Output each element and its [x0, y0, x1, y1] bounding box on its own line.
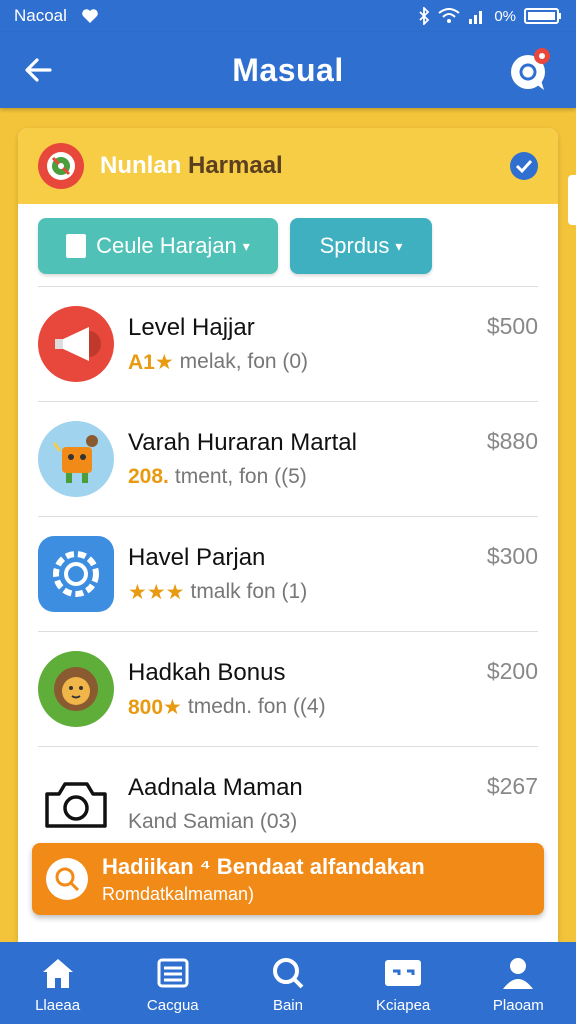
promo-subtitle: Romdatkalmaman): [102, 883, 255, 904]
card-icon: [383, 953, 423, 993]
item-rating: 208.: [128, 465, 169, 488]
nav-item-list[interactable]: Cacgua: [123, 953, 223, 1014]
nav-label: Llaeaa: [35, 996, 81, 1014]
nav-label: Kciapea: [376, 996, 431, 1014]
filter-label: Ceule Harajan: [96, 233, 237, 258]
item-subtitle: Kand Samian (03): [128, 810, 298, 833]
item-rating: 800★: [128, 695, 182, 719]
arrow-left-icon: [25, 58, 52, 82]
chat-icon: [511, 48, 550, 90]
list-item[interactable]: Varah Huraran Martal 208. tment, fon ((5…: [38, 401, 538, 516]
card-header: Nunlan Harmaal: [18, 128, 558, 204]
header-title-part1: Nunlan: [100, 152, 182, 179]
list-item[interactable]: Hadkah Bonus 800★ tmedn. fon ((4) $200: [38, 631, 538, 746]
item-title: Level Hajjar: [128, 313, 255, 341]
nav-label: Bain: [272, 996, 303, 1014]
lion-icon: [38, 651, 114, 727]
status-bar: Nacoal 0%: [0, 0, 576, 32]
nav-label: Cacgua: [146, 996, 199, 1014]
item-title: Aadnala Maman: [128, 774, 303, 801]
megaphone-icon: [38, 306, 114, 382]
item-title: Hadkah Bonus: [128, 658, 286, 686]
item-subtitle: tment, fon ((5): [174, 465, 307, 488]
list-item[interactable]: Havel Parjan ★★★ tmalk fon (1) $300: [38, 516, 538, 631]
filter-bar: Ceule Harajan ▾ Sprdus ▾: [18, 204, 558, 286]
battery-text: 0%: [494, 7, 516, 25]
battery-icon: [524, 7, 562, 25]
bluetooth-icon: [418, 7, 430, 25]
item-price: $300: [486, 543, 538, 569]
carrier-label: Nacoal: [14, 6, 67, 25]
item-subtitle: tmedn. fon ((4): [187, 695, 326, 718]
app-bar: Masual: [0, 32, 576, 108]
item-price: $267: [486, 773, 538, 799]
mascot-icon: [38, 421, 114, 497]
filter-label: Sprdus: [319, 233, 390, 258]
heart-icon: [81, 8, 99, 24]
item-title: Havel Parjan: [128, 543, 266, 571]
side-scroll-tab: [568, 175, 576, 225]
chevron-down-icon: ▾: [242, 237, 250, 254]
filter-button-sort[interactable]: Sprdus ▾: [290, 218, 432, 274]
back-button[interactable]: [18, 50, 58, 90]
verified-icon[interactable]: [508, 150, 540, 182]
nav-item-search[interactable]: Bain: [238, 953, 338, 1014]
item-subtitle: melak, fon (0): [179, 350, 309, 373]
chevron-down-icon: ▾: [395, 237, 403, 254]
filter-button-category[interactable]: Ceule Harajan ▾: [38, 218, 278, 274]
item-price: $200: [486, 658, 538, 684]
bottom-nav: Llaeaa Cacgua Bain Kciapea Plaoam: [0, 942, 576, 1024]
item-title: Varah Huraran Martal: [128, 429, 357, 456]
profile-icon: [498, 953, 538, 993]
item-list: Level Hajjar A1★ melak, fon (0) $500 Var…: [18, 286, 558, 861]
item-rating: A1★: [128, 350, 174, 374]
page-title: Masual: [232, 51, 344, 88]
promo-banner[interactable]: Hadiikan ⁴ Bendaat alfandakan Romdatkalm…: [32, 843, 544, 915]
header-title-part2: Harmaal: [188, 152, 283, 179]
wifi-icon: [438, 8, 460, 24]
nav-item-home[interactable]: Llaeaa: [8, 953, 108, 1014]
chat-button[interactable]: [508, 46, 554, 92]
item-subtitle: tmalk fon (1): [190, 580, 308, 603]
gear-icon: [38, 536, 114, 612]
document-icon: [66, 234, 87, 258]
list-item[interactable]: Level Hajjar A1★ melak, fon (0) $500: [38, 286, 538, 401]
item-price: $880: [486, 428, 538, 454]
search-icon: [46, 858, 88, 900]
target-icon: [38, 143, 84, 189]
list-icon: [153, 953, 193, 993]
signal-icon: [468, 8, 486, 24]
nav-label: Plaoam: [492, 996, 544, 1014]
promo-title: Hadiikan ⁴ Bendaat alfandakan: [102, 853, 425, 879]
item-price: $500: [486, 313, 538, 339]
home-icon: [38, 953, 78, 993]
nav-item-profile[interactable]: Plaoam: [468, 953, 568, 1014]
camera-icon: [38, 766, 114, 842]
card-header-title: Nunlan Harmaal: [100, 152, 283, 180]
nav-item-card[interactable]: Kciapea: [353, 953, 453, 1014]
search-icon: [268, 953, 308, 993]
item-rating: ★★★: [128, 580, 185, 604]
main-card: Nunlan Harmaal Ceule Harajan ▾ Sprdus ▾ …: [18, 128, 558, 942]
